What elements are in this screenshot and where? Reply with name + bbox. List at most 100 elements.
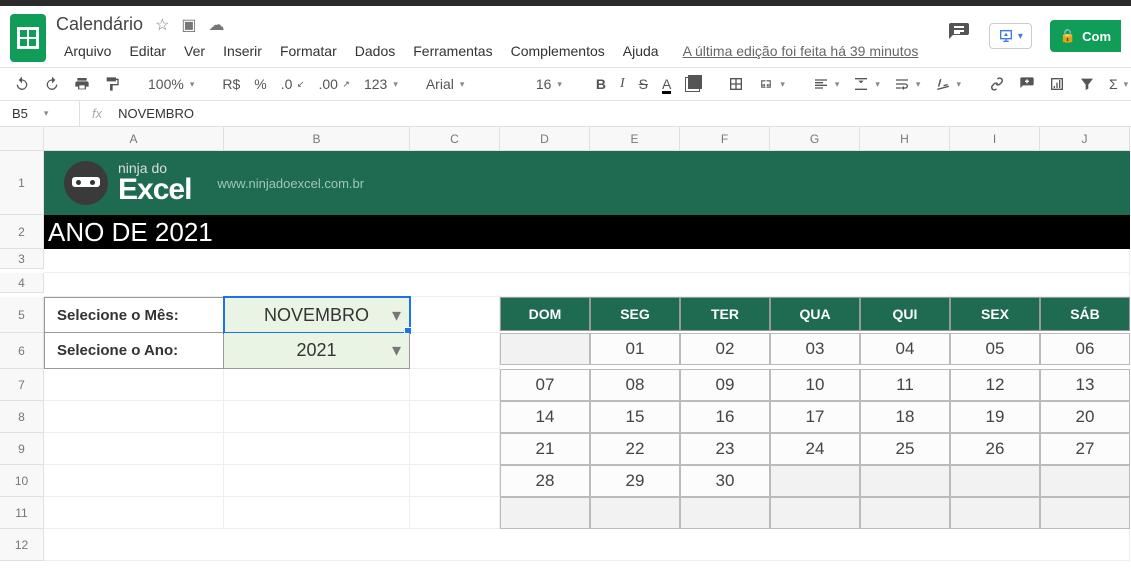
cal-cell[interactable]: 24 bbox=[770, 433, 860, 465]
redo-icon[interactable] bbox=[40, 72, 64, 96]
move-icon[interactable]: ▣ bbox=[181, 15, 196, 35]
row-header-5[interactable]: 5 bbox=[0, 297, 44, 333]
share-button[interactable]: 🔒 Com bbox=[1050, 20, 1121, 52]
row-header-8[interactable]: 8 bbox=[0, 401, 44, 433]
cal-cell[interactable]: 05 bbox=[950, 333, 1040, 365]
cal-cell[interactable]: 11 bbox=[860, 369, 950, 401]
italic-button[interactable]: I bbox=[616, 72, 629, 96]
cal-cell[interactable]: 18 bbox=[860, 401, 950, 433]
cal-cell[interactable] bbox=[500, 333, 590, 365]
col-header-H[interactable]: H bbox=[860, 127, 950, 151]
cal-cell[interactable]: 10 bbox=[770, 369, 860, 401]
cal-cell[interactable]: 13 bbox=[1040, 369, 1130, 401]
cal-cell[interactable] bbox=[770, 497, 860, 529]
cell[interactable] bbox=[224, 465, 410, 497]
star-icon[interactable]: ☆ bbox=[155, 15, 169, 35]
insert-comment-button[interactable] bbox=[1015, 72, 1039, 96]
increase-decimal-button[interactable]: .00 ↗ bbox=[314, 72, 354, 96]
col-header-I[interactable]: I bbox=[950, 127, 1040, 151]
cal-cell[interactable] bbox=[950, 465, 1040, 497]
paint-format-icon[interactable] bbox=[100, 72, 124, 96]
col-header-F[interactable]: F bbox=[680, 127, 770, 151]
cell[interactable] bbox=[410, 369, 500, 401]
cal-cell[interactable] bbox=[950, 497, 1040, 529]
cell[interactable] bbox=[44, 369, 224, 401]
fill-color-button[interactable] bbox=[681, 73, 704, 96]
name-box[interactable]: B5▾ bbox=[0, 101, 80, 126]
cal-cell[interactable]: 15 bbox=[590, 401, 680, 433]
font-size-select[interactable]: 16 bbox=[532, 72, 572, 96]
cal-cell[interactable] bbox=[590, 497, 680, 529]
cell[interactable] bbox=[44, 273, 1130, 297]
cal-cell[interactable]: 25 bbox=[860, 433, 950, 465]
percent-button[interactable]: % bbox=[250, 72, 270, 96]
cal-cell[interactable] bbox=[680, 497, 770, 529]
cal-cell[interactable] bbox=[770, 465, 860, 497]
valign-button[interactable] bbox=[849, 72, 884, 96]
menu-dados[interactable]: Dados bbox=[347, 39, 403, 63]
cal-cell[interactable]: 14 bbox=[500, 401, 590, 433]
row-header-9[interactable]: 9 bbox=[0, 433, 44, 465]
year-dropdown[interactable]: 2021 ▾ bbox=[224, 333, 410, 369]
filter-button[interactable] bbox=[1075, 72, 1099, 96]
comments-icon[interactable] bbox=[947, 21, 971, 51]
cell[interactable] bbox=[224, 433, 410, 465]
menu-arquivo[interactable]: Arquivo bbox=[56, 39, 119, 63]
cal-header-dom[interactable]: DOM bbox=[500, 297, 590, 331]
doc-title[interactable]: Calendário bbox=[56, 14, 143, 35]
spreadsheet-grid[interactable]: A B C D E F G H I J 1 ninja do Excel www… bbox=[0, 127, 1131, 561]
cal-cell[interactable]: 03 bbox=[770, 333, 860, 365]
cal-cell[interactable] bbox=[1040, 497, 1130, 529]
row-header-4[interactable]: 4 bbox=[0, 273, 44, 293]
cal-cell[interactable]: 17 bbox=[770, 401, 860, 433]
menu-ajuda[interactable]: Ajuda bbox=[615, 39, 667, 63]
cell[interactable] bbox=[224, 401, 410, 433]
sheets-app-icon[interactable] bbox=[10, 14, 46, 62]
number-format-select[interactable]: 123 bbox=[360, 72, 402, 96]
col-header-B[interactable]: B bbox=[224, 127, 410, 151]
borders-button[interactable] bbox=[724, 72, 748, 96]
strike-button[interactable]: S bbox=[635, 72, 652, 96]
cal-cell[interactable]: 06 bbox=[1040, 333, 1130, 365]
row-header-7[interactable]: 7 bbox=[0, 369, 44, 401]
cal-cell[interactable]: 29 bbox=[590, 465, 680, 497]
cal-cell[interactable]: 22 bbox=[590, 433, 680, 465]
cal-cell[interactable]: 02 bbox=[680, 333, 770, 365]
menu-formatar[interactable]: Formatar bbox=[272, 39, 345, 63]
row-header-10[interactable]: 10 bbox=[0, 465, 44, 497]
row-header-3[interactable]: 3 bbox=[0, 249, 44, 269]
cal-cell[interactable]: 04 bbox=[860, 333, 950, 365]
formula-input[interactable]: NOVEMBRO bbox=[114, 106, 194, 121]
undo-icon[interactable] bbox=[10, 72, 34, 96]
col-header-C[interactable]: C bbox=[410, 127, 500, 151]
col-header-G[interactable]: G bbox=[770, 127, 860, 151]
bold-button[interactable]: B bbox=[592, 72, 610, 96]
cell[interactable] bbox=[224, 369, 410, 401]
menu-ver[interactable]: Ver bbox=[176, 39, 213, 63]
select-all-corner[interactable] bbox=[0, 127, 44, 151]
rotate-button[interactable] bbox=[930, 72, 965, 96]
decrease-decimal-button[interactable]: .0 ↙ bbox=[277, 72, 309, 96]
cal-cell[interactable]: 23 bbox=[680, 433, 770, 465]
print-icon[interactable] bbox=[70, 72, 94, 96]
cal-header-qui[interactable]: QUI bbox=[860, 297, 950, 331]
menu-ferramentas[interactable]: Ferramentas bbox=[405, 39, 500, 63]
cal-cell[interactable]: 19 bbox=[950, 401, 1040, 433]
cell[interactable] bbox=[410, 465, 500, 497]
cal-cell[interactable] bbox=[860, 497, 950, 529]
link-button[interactable] bbox=[985, 72, 1009, 96]
insert-chart-button[interactable] bbox=[1045, 72, 1069, 96]
cal-cell[interactable] bbox=[1040, 465, 1130, 497]
col-header-A[interactable]: A bbox=[44, 127, 224, 151]
cal-cell[interactable]: 08 bbox=[590, 369, 680, 401]
halign-button[interactable] bbox=[809, 72, 844, 96]
cal-cell[interactable]: 30 bbox=[680, 465, 770, 497]
row-header-11[interactable]: 11 bbox=[0, 497, 44, 529]
cal-header-sex[interactable]: SEX bbox=[950, 297, 1040, 331]
cal-header-qua[interactable]: QUA bbox=[770, 297, 860, 331]
menu-editar[interactable]: Editar bbox=[121, 39, 174, 63]
cal-cell[interactable]: 21 bbox=[500, 433, 590, 465]
cal-cell[interactable] bbox=[860, 465, 950, 497]
cal-cell[interactable]: 28 bbox=[500, 465, 590, 497]
cell[interactable] bbox=[44, 465, 224, 497]
